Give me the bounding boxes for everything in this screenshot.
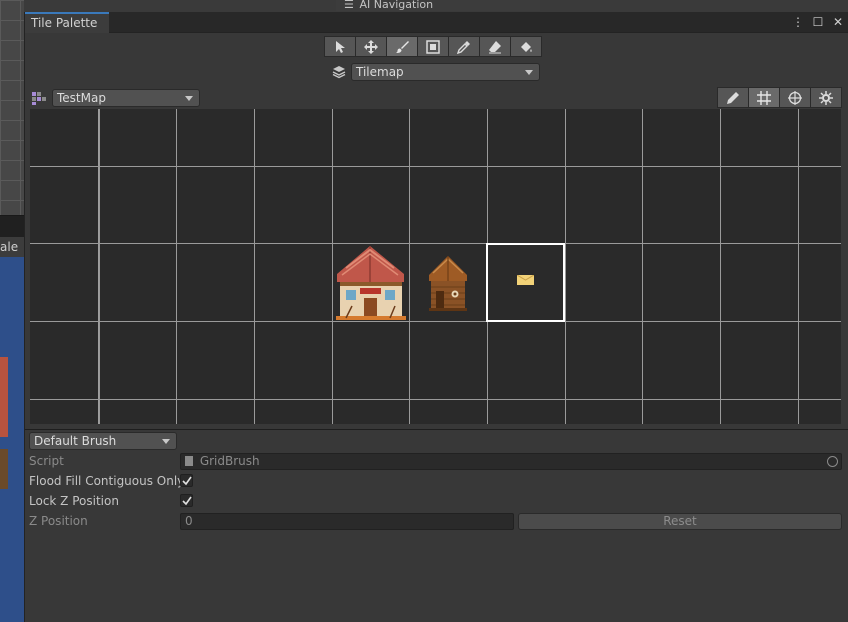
script-value: GridBrush [199, 454, 260, 468]
layers-icon [332, 66, 346, 79]
active-tilemap-dropdown[interactable]: Tilemap [351, 63, 540, 81]
object-picker-icon[interactable] [827, 456, 838, 467]
tab-tile-palette[interactable]: Tile Palette [25, 12, 109, 33]
envelope-tile[interactable] [517, 275, 534, 285]
z-position-value: 0 [185, 514, 193, 528]
script-label: Script [29, 454, 64, 468]
palette-dropdown[interactable]: TestMap [52, 89, 200, 107]
eraser-icon [489, 40, 501, 53]
eyedropper-icon [457, 40, 470, 54]
palette-toolbar [717, 87, 842, 108]
fill-tool-button[interactable] [510, 36, 542, 57]
settings-icon [819, 90, 833, 105]
house-sprite-fragment [0, 449, 8, 489]
script-field: GridBrush [180, 453, 842, 470]
edit-palette-button[interactable] [717, 87, 749, 108]
left-panel-tab[interactable]: ale [0, 237, 24, 257]
picker-tool-button[interactable] [448, 36, 480, 57]
menu-lines-icon: ☰ [344, 0, 354, 11]
box-select-icon [426, 39, 440, 54]
select-tool-button[interactable] [324, 36, 356, 57]
brush-dropdown[interactable]: Default Brush [29, 432, 177, 450]
title-bar: Tile Palette ⋮ ☐ ✕ [25, 12, 848, 33]
toggle-gizmos-button[interactable] [779, 87, 811, 108]
house-tile-small[interactable] [427, 255, 469, 311]
grid-icon [757, 90, 771, 105]
reset-button[interactable]: Reset [518, 513, 842, 530]
checkmark-icon [182, 476, 192, 486]
tile-palette-icon [32, 92, 46, 105]
house-tile-large[interactable] [332, 244, 409, 321]
active-tilemap-row: Tilemap [331, 62, 540, 82]
left-panel-toolbar [0, 215, 24, 237]
palette-row: TestMap [31, 88, 200, 108]
gizmo-icon [788, 90, 802, 105]
tile-palette-window: Tile Palette ⋮ ☐ ✕ Tilemap TestMap Defau… [24, 12, 848, 622]
ai-navigation-tab[interactable]: ☰ AI Navigation [336, 0, 540, 11]
move-arrows-icon [364, 39, 378, 54]
toggle-grid-button[interactable] [748, 87, 780, 108]
tools-toolbar [324, 36, 542, 57]
close-icon[interactable]: ✕ [831, 14, 845, 30]
maximize-icon[interactable]: ☐ [811, 14, 825, 30]
paintbrush-icon [396, 40, 409, 53]
lock-z-checkbox[interactable] [180, 494, 193, 507]
lock-z-label: Lock Z Position [29, 494, 119, 508]
paint-bucket-icon [521, 41, 532, 52]
house-sprite-fragment [0, 357, 8, 437]
palette-grid[interactable] [30, 109, 841, 424]
active-tilemap-value: Tilemap [356, 65, 404, 79]
pencil-icon [727, 91, 739, 104]
script-file-icon [185, 456, 193, 466]
chevron-down-icon [185, 96, 193, 101]
ai-navigation-label: AI Navigation [359, 0, 434, 11]
window-controls: ⋮ ☐ ✕ [791, 14, 845, 30]
chevron-down-icon [525, 70, 533, 75]
paint-tool-button[interactable] [386, 36, 418, 57]
game-view-background [0, 257, 24, 622]
z-position-label: Z Position [29, 514, 88, 528]
arrow-cursor-icon [336, 40, 345, 53]
move-tool-button[interactable] [355, 36, 387, 57]
brush-value: Default Brush [34, 434, 117, 448]
erase-tool-button[interactable] [479, 36, 511, 57]
z-position-field[interactable]: 0 [180, 513, 514, 530]
checkmark-icon [182, 496, 192, 506]
palette-value: TestMap [57, 91, 106, 105]
flood-fill-checkbox[interactable] [180, 474, 193, 487]
flood-fill-label: Flood Fill Contiguous Only [29, 474, 185, 488]
palette-settings-button[interactable] [810, 87, 842, 108]
box-fill-tool-button[interactable] [417, 36, 449, 57]
chevron-down-icon [162, 439, 170, 444]
more-options-icon[interactable]: ⋮ [791, 14, 805, 30]
scene-view-background [0, 0, 24, 215]
separator [25, 429, 848, 430]
